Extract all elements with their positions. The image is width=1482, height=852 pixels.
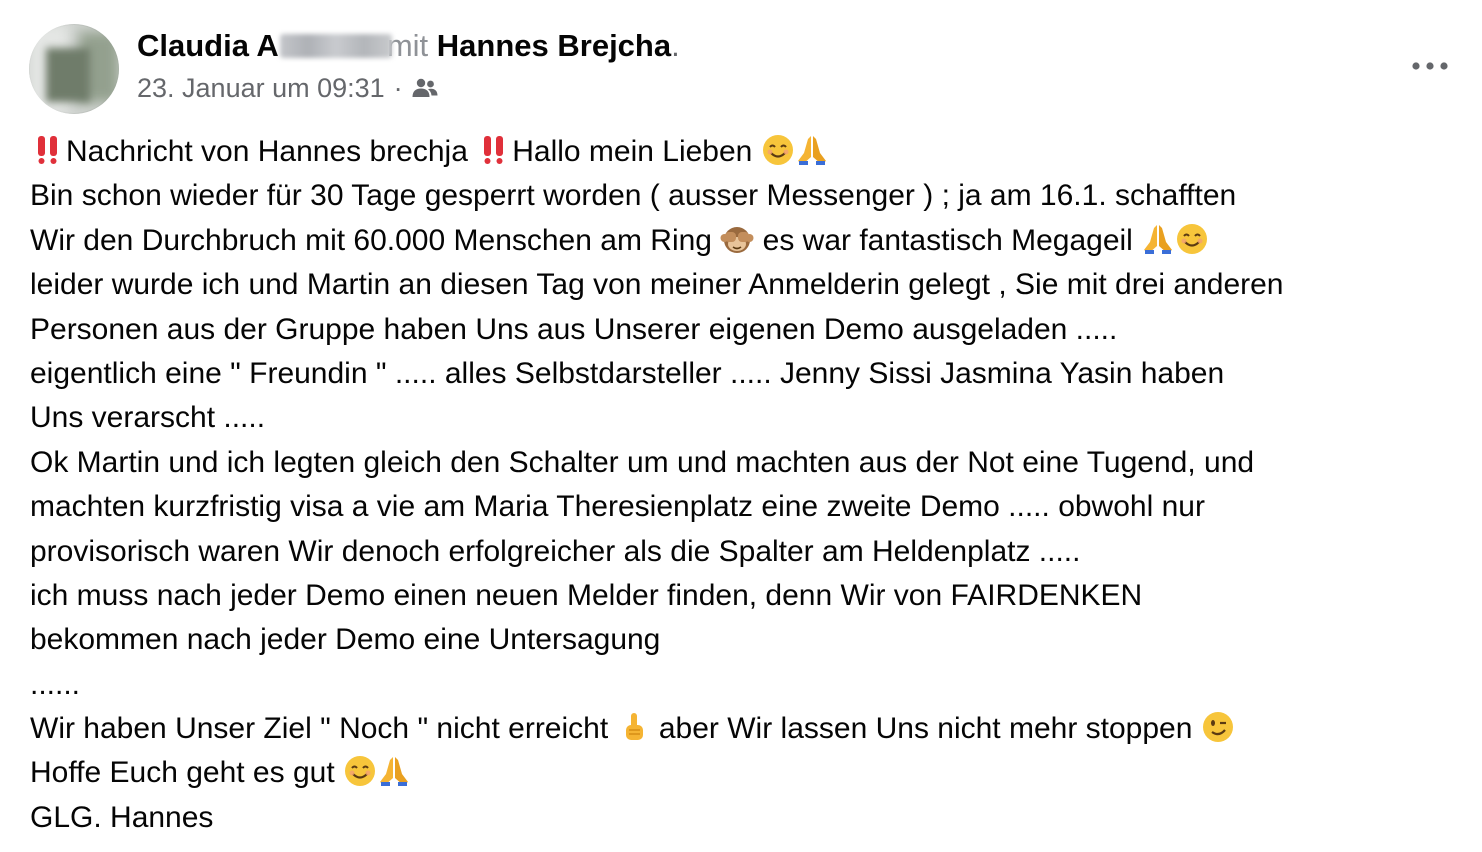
body-line-14: Wir haben Unser Ziel " Noch " nicht erre…: [30, 707, 1480, 751]
body-line-15: Hoffe Euch geht es gut: [30, 751, 1480, 795]
body-text-segment: provisorisch waren Wir denoch erfolgreic…: [30, 534, 1081, 568]
body-text-segment: Uns verarscht .....: [30, 401, 266, 435]
see-no-evil-monkey-icon: [720, 226, 754, 253]
body-line-6: eigentlich eine " Freundin " ..... alles…: [30, 352, 1480, 396]
body-line-11: ich muss nach jeder Demo einen neuen Mel…: [30, 574, 1480, 618]
smiling-face-icon: [762, 135, 793, 165]
meta-separator: ·: [393, 73, 403, 103]
with-word: mit: [386, 28, 429, 63]
smiling-face-icon: [1177, 223, 1208, 254]
index-pointing-up-icon: [625, 713, 643, 741]
body-text-segment: leider wurde ich und Martin an diesen Ta…: [30, 268, 1284, 302]
body-line-3: Wir den Durchbruch mit 60.000 Menschen a…: [30, 219, 1480, 263]
body-text-segment: Ok Martin und ich legten gleich den Scha…: [30, 445, 1255, 479]
body-text-segment: bekommen nach jeder Demo eine Untersagun…: [30, 623, 661, 657]
smiling-face-icon: [345, 756, 375, 787]
body-text-segment: GLG. Hannes: [30, 800, 214, 834]
post-body: Nachricht von Hannes brechja Hallo mein …: [30, 130, 1480, 840]
body-text-segment: Hoffe Euch geht es gut: [30, 756, 343, 790]
post-timestamp[interactable]: 23. Januar um 09:31: [137, 71, 385, 105]
name-period: .: [671, 28, 680, 63]
body-text-segment: Bin schon wieder für 30 Tage gesperrt wo…: [30, 179, 1237, 213]
body-text-segment: Nachricht von Hannes brechja: [66, 135, 477, 168]
body-line-1: Nachricht von Hannes brechja Hallo mein …: [30, 130, 1480, 174]
body-text-segment: machten kurzfristig visa a vie am Maria …: [30, 490, 1205, 524]
redacted-surname: [279, 34, 392, 58]
author-line: Claudia A mit Hannes Brejcha.: [137, 26, 680, 66]
body-text-segment: eigentlich eine " Freundin " ..... alles…: [30, 356, 1225, 390]
body-line-7: Uns verarscht .....: [30, 396, 1480, 440]
body-line-12: bekommen nach jeder Demo eine Untersagun…: [30, 618, 1480, 662]
double-exclamation-icon: [38, 136, 57, 164]
body-text-segment: Wir haben Unser Ziel " Noch " nicht erre…: [30, 712, 617, 746]
post-meta: 23. Januar um 09:31 ·: [137, 71, 680, 105]
tagged-person-name[interactable]: Hannes Brejcha: [437, 28, 671, 63]
friends-icon[interactable]: [411, 77, 439, 99]
post-header: Claudia A mit Hannes Brejcha. 23. Januar …: [137, 26, 680, 105]
body-text-segment: ich muss nach jeder Demo einen neuen Mel…: [30, 578, 1143, 612]
folded-hands-icon: [1144, 224, 1173, 254]
folded-hands-icon: [380, 757, 408, 787]
body-line-2: Bin schon wieder für 30 Tage gesperrt wo…: [30, 174, 1480, 218]
body-line-10: provisorisch waren Wir denoch erfolgreic…: [30, 530, 1480, 574]
author-avatar[interactable]: [29, 24, 119, 114]
winking-face-icon: [1202, 712, 1233, 743]
body-line-9: machten kurzfristig visa a vie am Maria …: [30, 485, 1480, 529]
body-text-segment: Personen aus der Gruppe haben Uns aus Un…: [30, 312, 1118, 346]
body-text-segment: Wir den Durchbruch mit 60.000 Menschen a…: [30, 223, 721, 257]
body-line-13: ......: [30, 663, 1480, 707]
body-text-segment: es war fantastisch Megageil: [754, 223, 1142, 257]
body-line-16: GLG. Hannes: [30, 796, 1480, 840]
avatar-blur-center: [46, 48, 90, 102]
body-line-5: Personen aus der Gruppe haben Uns aus Un…: [30, 308, 1480, 352]
author-name[interactable]: Claudia A: [137, 28, 279, 63]
facebook-post: Claudia A mit Hannes Brejcha. 23. Januar …: [0, 0, 1482, 852]
double-exclamation-icon: [484, 136, 504, 164]
body-line-8: Ok Martin und ich legten gleich den Scha…: [30, 441, 1480, 485]
body-line-4: leider wurde ich und Martin an diesen Ta…: [30, 263, 1480, 307]
body-text-segment: Hallo mein Lieben: [512, 135, 761, 168]
body-text-segment: aber Wir lassen Uns nicht mehr stoppen: [650, 712, 1201, 746]
folded-hands-icon: [797, 136, 826, 165]
body-text-segment: ......: [30, 667, 81, 701]
more-options-button[interactable]: [1400, 48, 1460, 84]
more-options-icon: [1412, 62, 1448, 70]
